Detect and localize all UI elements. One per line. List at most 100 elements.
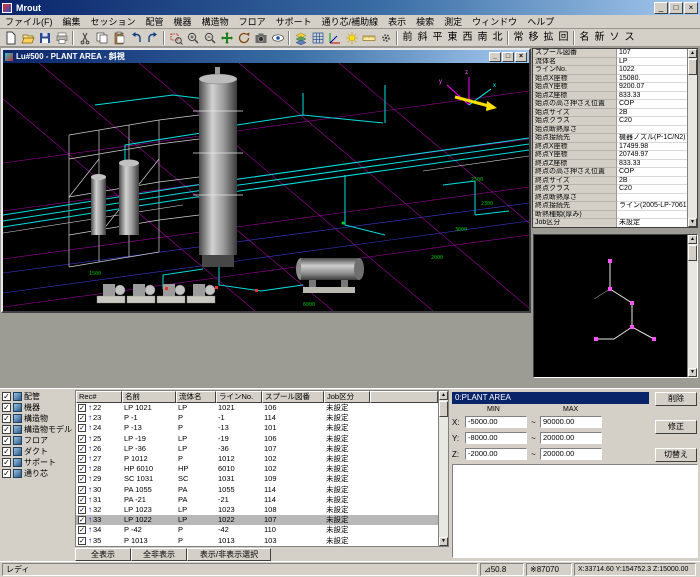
zoom-in-button[interactable]	[184, 30, 201, 46]
properties-scrollbar[interactable]	[687, 49, 697, 227]
property-row[interactable]: 終点Z座標 833.33	[533, 160, 687, 169]
menu-item[interactable]: 測定	[439, 15, 467, 29]
menu-item[interactable]: ファイル(F)	[0, 15, 58, 29]
misc-button[interactable]: ソ	[607, 30, 622, 46]
property-row[interactable]: 終点断熱厚さ	[533, 194, 687, 203]
delete-button[interactable]: 削除	[655, 392, 697, 406]
grid-button[interactable]	[309, 30, 326, 46]
measure-button[interactable]	[360, 30, 377, 46]
rotate-view-button[interactable]	[235, 30, 252, 46]
save-button[interactable]	[36, 30, 53, 46]
scrollbar-track[interactable]	[688, 58, 697, 218]
property-row[interactable]: 終点サイズ 2B	[533, 177, 687, 186]
scrollbar-track[interactable]	[688, 244, 697, 368]
camera-button[interactable]	[252, 30, 269, 46]
misc-button[interactable]: 新	[592, 30, 607, 46]
pan-button[interactable]	[218, 30, 235, 46]
tree-checkbox[interactable]	[2, 403, 11, 412]
min-input[interactable]: -5000.00	[465, 416, 527, 428]
tree-item[interactable]: ダクト	[2, 446, 74, 457]
view-direction-button[interactable]: 南	[475, 30, 490, 46]
scroll-up-icon[interactable]	[688, 235, 697, 244]
tree-item[interactable]: 機器	[2, 402, 74, 413]
property-row[interactable]: 終点クラス C20	[533, 185, 687, 194]
new-button[interactable]	[2, 30, 19, 46]
paste-button[interactable]	[110, 30, 127, 46]
tree-checkbox[interactable]	[2, 392, 11, 401]
row-checkbox[interactable]	[78, 537, 86, 545]
property-row[interactable]: 終点Y座標 20749.97	[533, 151, 687, 160]
view-direction-button[interactable]: 東	[445, 30, 460, 46]
row-checkbox[interactable]	[78, 496, 86, 504]
tree-checkbox[interactable]	[2, 469, 11, 478]
column-header-job[interactable]: Job区分	[324, 391, 370, 403]
menu-item[interactable]: ヘルプ	[522, 15, 559, 29]
settings-button[interactable]	[377, 30, 394, 46]
mode-button[interactable]: 拡	[541, 30, 556, 46]
cut-button[interactable]	[76, 30, 93, 46]
visibility-button[interactable]	[269, 30, 286, 46]
menu-item[interactable]: 検索	[411, 15, 439, 29]
table-row[interactable]: 28 HP 6010 HP 6010 102 未設定	[76, 464, 438, 474]
property-row[interactable]: 終点接続先 ライン(2005-LP-7061)	[533, 202, 687, 211]
property-row[interactable]: 始点X座標 15080.	[533, 75, 687, 84]
modify-button[interactable]: 修正	[655, 420, 697, 434]
row-checkbox[interactable]	[78, 435, 86, 443]
axes-button[interactable]	[326, 30, 343, 46]
tree-item[interactable]: 通り芯	[2, 468, 74, 479]
menu-item[interactable]: 構造物	[197, 15, 234, 29]
row-checkbox[interactable]	[78, 404, 86, 412]
viewport-close-button[interactable]	[515, 52, 527, 62]
view-direction-button[interactable]: 斜	[415, 30, 430, 46]
viewport-minimize-button[interactable]	[489, 52, 501, 62]
row-checkbox[interactable]	[78, 465, 86, 473]
scroll-up-icon[interactable]	[439, 391, 448, 400]
max-input[interactable]: 20000.00	[540, 448, 602, 460]
property-row[interactable]: 始点Y座標 9200.07	[533, 83, 687, 92]
close-button[interactable]	[684, 2, 698, 14]
hide-all-button[interactable]: 全非表示	[131, 548, 187, 561]
plant-3d-canvas[interactable]: z y x 250023003000200060001500	[3, 63, 529, 311]
tree-checkbox[interactable]	[2, 436, 11, 445]
area-listbox[interactable]	[452, 464, 698, 558]
view-direction-button[interactable]: 平	[430, 30, 445, 46]
column-header-spool[interactable]: スプール図番	[262, 391, 324, 403]
mode-button[interactable]: 回	[556, 30, 571, 46]
menu-item[interactable]: 配管	[141, 15, 169, 29]
scrollbar-thumb[interactable]	[688, 245, 697, 261]
redo-button[interactable]	[144, 30, 161, 46]
row-checkbox[interactable]	[78, 516, 86, 524]
undo-button[interactable]	[127, 30, 144, 46]
column-header-rec[interactable]: Rec#	[76, 391, 122, 403]
property-row[interactable]: 始点Z座標 833.33	[533, 92, 687, 101]
show-hide-select-button[interactable]: 表示/非表示選択	[187, 548, 271, 561]
table-row[interactable]: 29 SC 1031 SC 1031 109 未設定	[76, 474, 438, 484]
row-checkbox[interactable]	[78, 506, 86, 514]
zoom-window-button[interactable]	[167, 30, 184, 46]
maximize-button[interactable]	[669, 2, 683, 14]
tree-item[interactable]: 配管	[2, 391, 74, 402]
menu-item[interactable]: 機器	[169, 15, 197, 29]
misc-button[interactable]: 名	[577, 30, 592, 46]
property-row[interactable]: 始点サイズ 2B	[533, 109, 687, 118]
row-checkbox[interactable]	[78, 526, 86, 534]
property-row[interactable]: 始点の高さ押さえ位置 COP	[533, 100, 687, 109]
tree-checkbox[interactable]	[2, 458, 11, 467]
row-checkbox[interactable]	[78, 475, 86, 483]
max-input[interactable]: 20000.00	[540, 432, 602, 444]
table-row[interactable]: 24 P -13 P -13 101 未設定	[76, 423, 438, 433]
light-button[interactable]	[343, 30, 360, 46]
view-direction-button[interactable]: 北	[490, 30, 505, 46]
table-row[interactable]: 30 PA 1055 PA 1055 114 未設定	[76, 485, 438, 495]
mode-button[interactable]: 常	[511, 30, 526, 46]
menu-item[interactable]: 通り芯/補助線	[317, 15, 384, 29]
property-row[interactable]: 始点接続先 機器ノズル(P-1C/N2)	[533, 134, 687, 143]
scroll-down-icon[interactable]	[439, 537, 448, 546]
tree-item[interactable]: 構造物モデル	[2, 424, 74, 435]
tree-checkbox[interactable]	[2, 414, 11, 423]
view-direction-button[interactable]: 前	[400, 30, 415, 46]
row-checkbox[interactable]	[78, 455, 86, 463]
tree-checkbox[interactable]	[2, 425, 11, 434]
table-row[interactable]: 26 LP -36 LP -36 107 未設定	[76, 444, 438, 454]
menu-item[interactable]: サポート	[271, 15, 317, 29]
